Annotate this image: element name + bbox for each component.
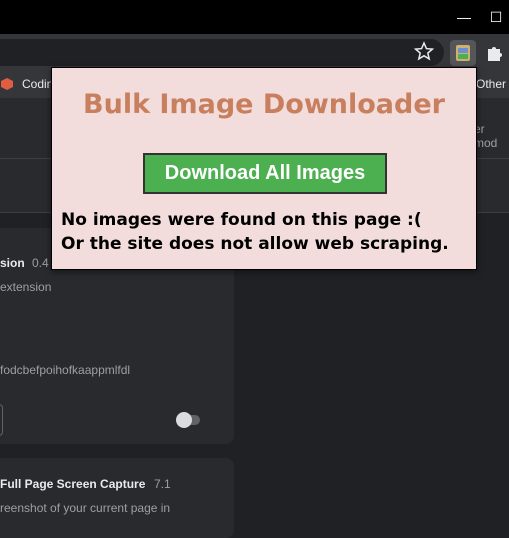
no-images-message: No images were found on this page :( — [61, 210, 422, 230]
minimize-button[interactable]: — — [454, 7, 474, 27]
toggle-knob — [176, 412, 192, 428]
developer-mode-label: er mod — [474, 122, 498, 150]
address-bar[interactable] — [0, 39, 444, 66]
extension-popup: Bulk Image Downloader Download All Image… — [51, 67, 477, 270]
bookmark-item[interactable]: Codin — [22, 77, 53, 91]
extension-id: fodcbefpoihofkaappmlfdl — [0, 363, 131, 377]
extension-toggle[interactable] — [176, 412, 200, 428]
scraping-message: Or the site does not allow web scraping. — [61, 234, 449, 254]
extension-description: extension — [0, 280, 52, 294]
popup-title: Bulk Image Downloader — [83, 89, 445, 120]
download-all-images-button[interactable]: Download All Images — [143, 153, 387, 194]
puzzle-icon[interactable] — [484, 41, 506, 63]
coding-bookmark-icon — [1, 78, 13, 90]
extension-card: Full Page Screen Capture 7.1 reenshot of… — [0, 458, 234, 538]
details-button[interactable] — [0, 404, 3, 436]
extension-description: reenshot of your current page in — [0, 501, 171, 515]
browser-toolbar — [0, 34, 509, 70]
star-icon[interactable] — [414, 41, 434, 61]
bulk-image-downloader-icon — [456, 45, 470, 61]
extension-version: 7.1 — [154, 477, 171, 491]
extension-name: sion — [0, 256, 25, 270]
other-bookmarks[interactable]: Other — [476, 77, 506, 91]
maximize-button[interactable]: ☐ — [486, 7, 506, 27]
extension-name: Full Page Screen Capture — [0, 477, 146, 491]
bulk-image-downloader-button[interactable] — [450, 40, 476, 66]
extension-version: 0.4 — [32, 256, 49, 270]
window-titlebar: — ☐ — [0, 0, 509, 34]
